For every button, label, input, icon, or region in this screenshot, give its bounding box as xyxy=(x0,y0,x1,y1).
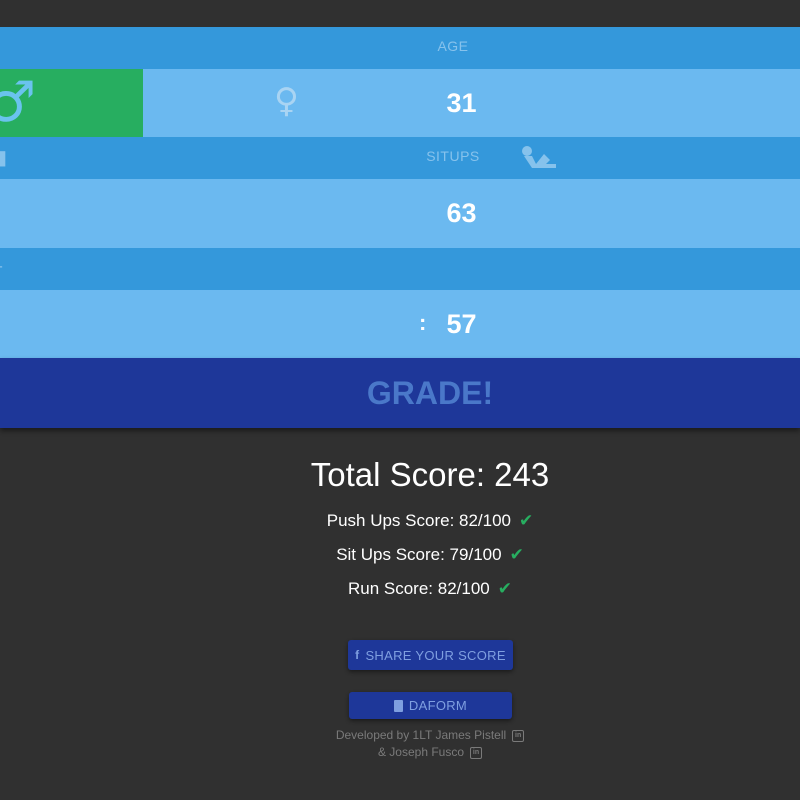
age-value[interactable]: 31 xyxy=(0,69,800,138)
situps-row: 63 xyxy=(0,179,800,248)
grade-button-label: GRADE! xyxy=(366,375,494,411)
check-icon: ✔ xyxy=(519,511,534,531)
linkedin-icon[interactable]: in xyxy=(470,746,483,759)
check-icon: ✔ xyxy=(497,579,512,599)
age-header: AGE xyxy=(0,27,800,69)
total-score: Total Score: 243 xyxy=(310,456,550,493)
credits-developer: Developed by 1LT James Pistell xyxy=(335,728,507,742)
situps-label: SITUPS xyxy=(426,148,480,164)
run-score: Run Score: 82/100 xyxy=(347,579,490,598)
daform-button[interactable]: DAFORM xyxy=(349,692,512,719)
pushups-score-line: Push Ups Score: 82/100 ✔ xyxy=(0,510,800,532)
run-header: – xyxy=(0,248,800,290)
facebook-icon: f xyxy=(355,648,360,662)
run-seconds-value[interactable]: 57 xyxy=(0,290,800,359)
share-score-label: SHARE YOUR SCORE xyxy=(365,647,506,663)
situp-icon xyxy=(522,146,556,168)
situps-score-line: Sit Ups Score: 79/100 ✔ xyxy=(0,544,800,566)
grade-button[interactable]: GRADE! xyxy=(0,358,800,428)
situps-score: Sit Ups Score: 79/100 xyxy=(336,545,502,564)
document-icon xyxy=(393,699,403,712)
credits-codeveloper: & Joseph Fusco xyxy=(377,745,465,759)
credits-line-2: & Joseph Fusco in xyxy=(0,744,800,760)
top-bar xyxy=(0,0,800,27)
pushups-score: Push Ups Score: 82/100 xyxy=(326,511,512,530)
run-score-line: Run Score: 82/100 ✔ xyxy=(0,578,800,600)
credits-line-1: Developed by 1LT James Pistell in xyxy=(0,727,800,743)
run-row: : 57 xyxy=(0,290,800,359)
situps-header: ▮ SITUPS xyxy=(0,137,800,179)
age-label: AGE xyxy=(437,38,469,54)
age-row: ♂ ♀ 31 xyxy=(0,69,800,138)
share-score-button[interactable]: f SHARE YOUR SCORE xyxy=(348,640,513,670)
run-label xyxy=(0,248,800,290)
situps-value[interactable]: 63 xyxy=(0,179,800,248)
linkedin-icon[interactable]: in xyxy=(512,729,525,742)
daform-label: DAFORM xyxy=(408,698,468,713)
check-icon: ✔ xyxy=(509,545,524,565)
